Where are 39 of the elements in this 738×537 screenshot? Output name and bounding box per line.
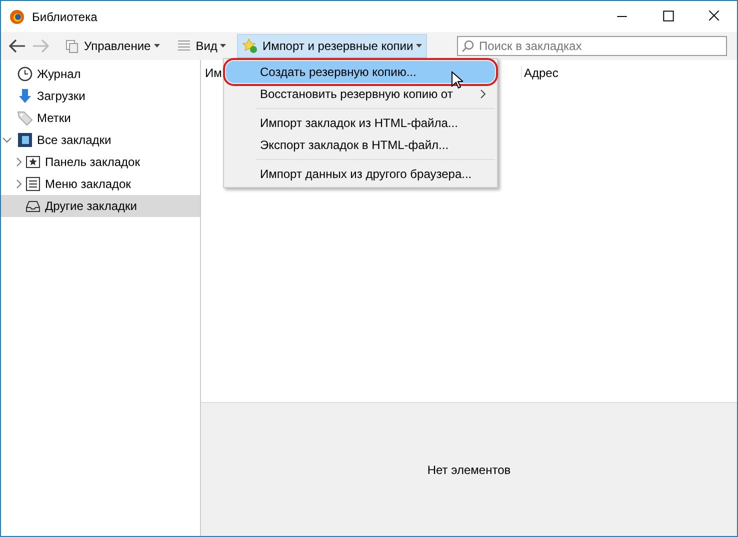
download-icon	[17, 88, 33, 104]
sidebar-item[interactable]: Журнал	[1, 63, 200, 85]
sidebar-item[interactable]: Загрузки	[1, 85, 200, 107]
clock-icon	[17, 66, 33, 82]
menu-item[interactable]: Импорт закладок из HTML-файла...	[226, 112, 495, 134]
menu-item[interactable]: Восстановить резервную копию от	[226, 83, 495, 105]
sidebar-item[interactable]: Все закладки	[1, 129, 200, 151]
star-folder-icon	[25, 154, 41, 170]
tray-icon	[25, 198, 41, 214]
sidebar-item[interactable]: Панель закладок	[1, 151, 200, 173]
toolbar-menu-button[interactable]: Импорт и резервные копии	[237, 34, 428, 58]
sidebar-item[interactable]: Меню закладок	[1, 173, 200, 195]
browser-logo-icon	[9, 8, 25, 24]
mouse-cursor-icon	[451, 71, 463, 89]
caret-icon	[220, 44, 226, 48]
toolbar-menu-button[interactable]: Вид	[170, 34, 232, 58]
empty-message: Нет элементов	[427, 462, 511, 476]
star-icon	[242, 38, 258, 54]
tag-icon	[17, 110, 33, 126]
column-header[interactable]: Им	[201, 66, 225, 80]
caret-icon	[154, 44, 160, 48]
sidebar-item[interactable]: Метки	[1, 107, 200, 129]
copy-icon	[64, 38, 80, 54]
search-field[interactable]: Поиск в закладках	[457, 36, 727, 56]
column-header[interactable]: Адрес	[521, 66, 558, 80]
caret-icon	[416, 44, 422, 48]
menu-item[interactable]: Импорт данных из другого браузера...	[226, 163, 495, 185]
chevron-icon[interactable]	[14, 179, 24, 189]
toolbar-menu-button[interactable]: Управление	[59, 34, 165, 58]
library-icon	[17, 132, 33, 148]
menu-item[interactable]: Создать резервную копию...	[226, 61, 495, 83]
window-title: Библиотека	[32, 10, 98, 24]
chevron-icon[interactable]	[14, 157, 24, 167]
chevron-icon[interactable]	[2, 135, 12, 145]
sidebar-item[interactable]: Другие закладки	[1, 195, 200, 217]
menu-item[interactable]: Экспорт закладок в HTML-файл...	[226, 134, 495, 156]
list-folder-icon	[25, 176, 41, 192]
back-arrow-icon[interactable]	[7, 38, 27, 54]
search-icon	[461, 39, 475, 53]
